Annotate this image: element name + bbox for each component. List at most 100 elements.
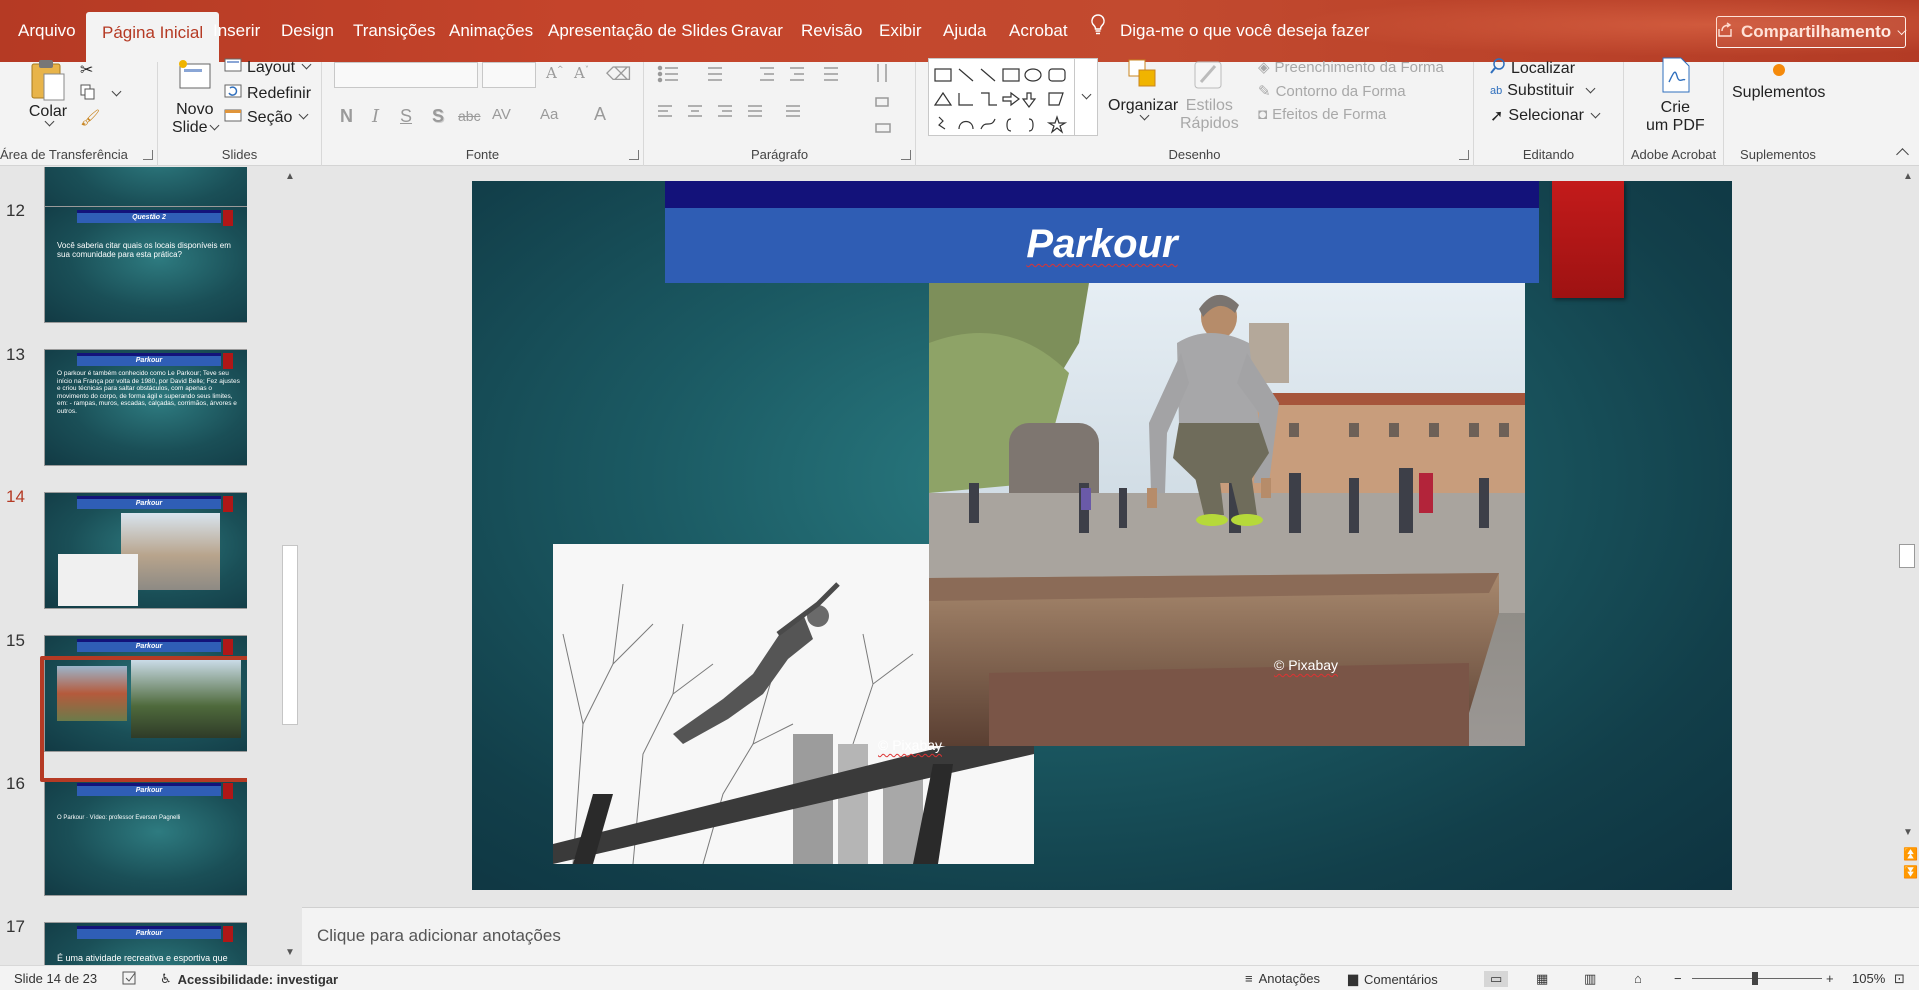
previous-slide-icon[interactable]: ⏫ [1903, 847, 1918, 861]
normal-view-button[interactable]: ▭ [1484, 971, 1509, 987]
notes-toggle-button[interactable]: ≡ Anotações [1245, 971, 1320, 986]
font-color-button[interactable]: A [594, 104, 606, 125]
paragraph-launcher-icon[interactable] [901, 150, 911, 160]
zoom-in-button[interactable]: + [1826, 971, 1834, 986]
tab-ajuda[interactable]: Ajuda [941, 10, 988, 52]
reading-view-button[interactable]: ▥ [1584, 971, 1596, 987]
arrange-button[interactable]: Organizar [1108, 56, 1178, 122]
shapes-more-button[interactable] [1074, 58, 1098, 136]
slide-thumbnail-17[interactable]: Parkour É uma atividade recreativa e esp… [44, 922, 247, 965]
slide-thumbnail-16[interactable]: Parkour O Parkour · Vídeo: professor Eve… [44, 779, 247, 896]
clear-format-icon[interactable]: ⌫ [606, 64, 631, 85]
tab-gravar[interactable]: Gravar [729, 10, 785, 52]
tab-acrobat[interactable]: Acrobat [1007, 10, 1070, 52]
shadow-button[interactable]: S [432, 106, 444, 127]
clipboard-launcher-icon[interactable] [143, 150, 153, 160]
section-button[interactable]: Seção [224, 108, 309, 127]
font-size-combo[interactable] [482, 62, 536, 88]
slide-sorter-button[interactable]: ▦ [1536, 971, 1548, 987]
font-family-combo[interactable] [334, 62, 478, 88]
new-slide-button[interactable]: Novo Slide [172, 58, 220, 137]
parkour-photo-color[interactable] [929, 283, 1525, 746]
normal-view-icon: ▭ [1490, 971, 1503, 986]
character-spacing-button[interactable]: AV [492, 106, 511, 123]
create-pdf-button[interactable]: Crie um PDF [1646, 56, 1705, 135]
current-slide[interactable]: Parkour © Pixabay © Pixabay [472, 181, 1732, 890]
bold-button[interactable]: N [340, 106, 353, 127]
zoom-level[interactable]: 105% [1852, 971, 1885, 986]
chevron-down-icon [1081, 89, 1092, 100]
tab-pagina-inicial[interactable]: Página Inicial [86, 12, 220, 62]
tab-design[interactable]: Design [279, 10, 336, 52]
grid-icon: ▦ [1536, 971, 1549, 986]
thumbnail-scrollbar[interactable]: ▲ ▼ [279, 167, 301, 965]
photo-credit-1[interactable]: © Pixabay [1274, 657, 1338, 673]
scroll-up-icon[interactable]: ▲ [1903, 171, 1913, 182]
zoom-slider-knob[interactable] [1752, 972, 1758, 985]
scroll-up-icon[interactable]: ▲ [285, 171, 295, 182]
zoom-out-button[interactable]: − [1674, 971, 1682, 986]
shape-fill-button[interactable]: ◈ Preenchimento da Forma [1258, 58, 1444, 77]
tab-apresentacao[interactable]: Apresentação de Slides [546, 10, 730, 52]
addins-icon [1772, 64, 1785, 76]
tab-inserir[interactable]: Inserir [211, 10, 262, 52]
tab-revisao[interactable]: Revisão [799, 10, 864, 52]
tab-transicoes[interactable]: Transições [351, 10, 438, 52]
increase-font-icon[interactable]: A^ [546, 64, 564, 82]
shapes-gallery[interactable] [928, 58, 1088, 136]
fit-slide-icon[interactable]: ⊡ [1894, 971, 1905, 987]
slide-red-block [1552, 181, 1624, 298]
quick-styles-button[interactable]: Estilos Rápidos [1180, 56, 1239, 133]
shape-outline-button[interactable]: ✎ Contorno da Forma [1258, 82, 1406, 101]
bullets-icon [657, 65, 678, 83]
select-button[interactable]: ➚ Selecionar [1490, 106, 1601, 126]
slide-thumbnail-12[interactable]: Questão 2 Você saberia citar quais os lo… [44, 206, 247, 323]
addins-button[interactable]: Suplementos [1732, 58, 1825, 102]
slide-thumbnail-13[interactable]: Parkour O parkour é também conhecido com… [44, 349, 247, 466]
tab-arquivo[interactable]: Arquivo [16, 10, 78, 52]
next-slide-icon[interactable]: ⏬ [1903, 865, 1918, 879]
reset-button[interactable]: Redefinir [224, 84, 311, 103]
find-button[interactable]: Localizar [1490, 58, 1575, 79]
chevron-down-icon [1585, 83, 1596, 93]
accessibility-status[interactable]: ♿ Acessibilidade: investigar [160, 971, 338, 987]
slide-number-16: 16 [6, 774, 25, 793]
slide-thumbnail-14[interactable]: Parkour [44, 492, 247, 609]
share-button[interactable]: Compartilhamento [1716, 16, 1907, 48]
italic-button[interactable]: I [372, 106, 379, 127]
scroll-down-icon[interactable]: ▼ [285, 947, 295, 958]
scroll-down-icon[interactable]: ▼ [1903, 827, 1913, 838]
drawing-launcher-icon[interactable] [1459, 150, 1469, 160]
underline-button[interactable]: S [400, 106, 412, 127]
collapse-ribbon-icon[interactable] [1896, 148, 1909, 161]
replace-icon: ab [1490, 85, 1503, 97]
replace-button[interactable]: ab Substituir [1490, 82, 1596, 100]
shape-effects-button[interactable]: ◘ Efeitos de Forma [1258, 106, 1386, 123]
paint-bucket-icon: ◈ [1258, 59, 1270, 76]
layout-button[interactable]: Layout [224, 58, 312, 77]
slide-scrollbar[interactable]: ▲ ▼ ⏫ ⏬ [1896, 167, 1919, 907]
tell-me-search[interactable]: Diga-me o que você deseja fazer [1090, 10, 1369, 52]
font-launcher-icon[interactable] [629, 150, 639, 160]
copy-button[interactable] [80, 84, 122, 105]
cut-button[interactable]: ✂ [80, 60, 93, 80]
strikethrough-button[interactable]: abc [458, 108, 481, 124]
spell-check-icon[interactable] [122, 971, 138, 985]
paste-button[interactable]: Colar [28, 58, 68, 128]
scrollbar-thumb[interactable] [282, 545, 298, 725]
tab-exibir[interactable]: Exibir [877, 10, 924, 52]
thumbnail-text: Você saberia citar quais os locais dispo… [57, 241, 231, 259]
slide-title[interactable]: Parkour [665, 222, 1539, 267]
scissors-icon: ✂ [80, 62, 94, 79]
scrollbar-thumb[interactable] [1899, 544, 1915, 568]
format-painter-button[interactable]: 🖌 [80, 108, 100, 128]
notes-pane[interactable]: Clique para adicionar anotações [302, 907, 1919, 965]
slideshow-button[interactable]: ⌂ [1634, 971, 1642, 986]
notes-placeholder[interactable]: Clique para adicionar anotações [317, 926, 561, 946]
comments-toggle-button[interactable]: ▆ Comentários [1348, 971, 1438, 987]
decrease-font-icon[interactable]: A˅ [574, 64, 589, 82]
change-case-button[interactable]: Aa [540, 106, 558, 123]
tab-animacoes[interactable]: Animações [447, 10, 535, 52]
photo-credit-2[interactable]: © Pixabay [878, 737, 942, 753]
pencil-icon: ✎ [1258, 83, 1271, 100]
